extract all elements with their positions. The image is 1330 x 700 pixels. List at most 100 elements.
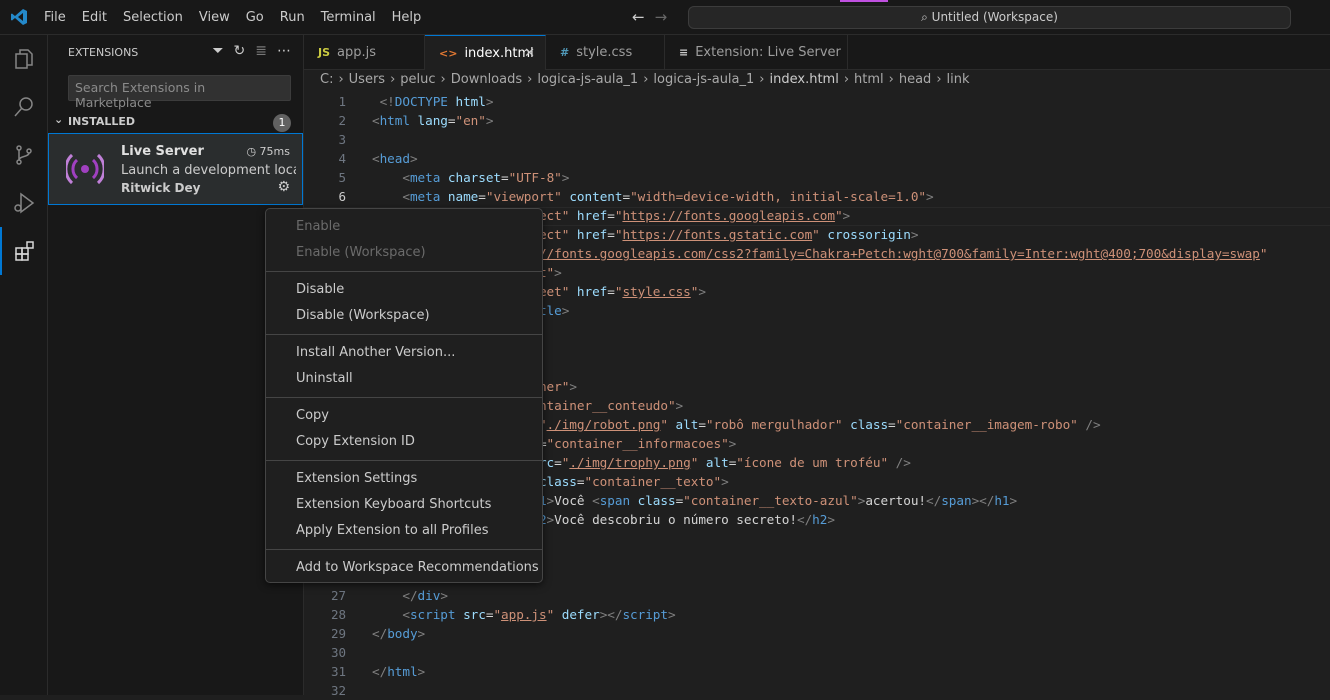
breadcrumb-item[interactable]: peluc <box>400 72 435 87</box>
title-bar: File Edit Selection View Go Run Terminal… <box>0 0 1330 35</box>
breadcrumb-item[interactable]: logica-js-aula_1 <box>537 72 638 87</box>
line-number: 27 <box>330 588 346 603</box>
extensions-search-input[interactable]: Search Extensions in Marketplace <box>68 75 291 110</box>
back-arrow-icon[interactable]: ← <box>632 8 645 26</box>
line-number: 1 <box>338 94 346 109</box>
code-line: </div> <box>402 588 448 603</box>
installed-section-header[interactable]: ⌄ INSTALLED 1 <box>52 113 300 132</box>
gear-icon[interactable]: ⚙ <box>277 179 290 195</box>
line-number: 32 <box>330 683 346 698</box>
menu-separator <box>266 397 542 398</box>
chevron-right-icon: › <box>936 72 942 87</box>
extension-name: Live Server <box>121 144 204 159</box>
menu-separator <box>266 460 542 461</box>
line-number: 3 <box>338 132 346 147</box>
menu-file[interactable]: File <box>36 10 74 25</box>
filter-icon[interactable]: ⏷ <box>212 43 223 59</box>
tab-label: Extension: Live Server <box>695 45 841 60</box>
menu-item-apply-extension-to-all-profiles[interactable]: Apply Extension to all Profiles <box>266 518 542 544</box>
code-line: <!DOCTYPE html> <box>379 94 494 109</box>
line-number: 28 <box>330 607 346 622</box>
tab-label: app.js <box>337 45 377 60</box>
menu-separator <box>266 334 542 335</box>
refresh-icon[interactable]: ↻ <box>234 43 246 59</box>
code-line: <head> <box>372 151 418 166</box>
menu-item-add-to-workspace-recommendations[interactable]: Add to Workspace Recommendations <box>266 555 542 581</box>
close-icon[interactable]: ✕ <box>524 46 535 61</box>
tab-index-html[interactable]: <> index.html ✕ <box>425 35 546 70</box>
line-number: 6 <box>338 189 346 204</box>
menu-item-install-another-version[interactable]: Install Another Version... <box>266 340 542 366</box>
tab-app-js[interactable]: JS app.js <box>304 35 425 70</box>
menu-item-disable[interactable]: Disable <box>266 277 542 303</box>
extension-context-menu: Enable Enable (Workspace) Disable Disable (… <box>265 208 543 583</box>
menu-item-extension-keyboard-shortcuts[interactable]: Extension Keyboard Shortcuts <box>266 492 542 518</box>
extension-description: Launch a development local... <box>121 163 296 178</box>
menu-selection[interactable]: Selection <box>115 10 191 25</box>
source-control-icon[interactable] <box>0 131 48 179</box>
chevron-right-icon: › <box>843 72 850 87</box>
live-server-icon <box>66 153 104 185</box>
command-center[interactable]: ⌕ Untitled (Workspace) <box>688 6 1291 29</box>
chevron-right-icon: › <box>527 72 533 87</box>
line-number: 29 <box>330 626 346 641</box>
breadcrumb-item[interactable]: Downloads <box>451 72 522 87</box>
menu-item-enable: Enable <box>296 219 341 234</box>
explorer-icon[interactable] <box>0 35 48 83</box>
menu-item-disable-workspace[interactable]: Disable (Workspace) <box>266 303 542 329</box>
section-label: INSTALLED <box>68 115 136 128</box>
extensions-icon[interactable] <box>0 227 48 275</box>
chevron-right-icon: › <box>440 72 446 87</box>
workspace-title: Untitled (Workspace) <box>931 10 1058 24</box>
chevron-right-icon: › <box>643 72 649 87</box>
chevron-right-icon: › <box>759 72 765 87</box>
chevron-right-icon: › <box>888 72 894 87</box>
chevron-right-icon: › <box>338 72 344 87</box>
breadcrumb-item[interactable]: Users <box>349 72 385 87</box>
breadcrumb-item[interactable]: head <box>899 72 931 87</box>
clear-icon[interactable]: ≣ <box>255 43 267 59</box>
breadcrumb-item[interactable]: link <box>947 72 970 87</box>
breadcrumb: C: › Users › peluc › Downloads › logica-js-aula_… <box>320 72 970 87</box>
tab-extension-live-server[interactable]: ≡ Extension: Live Server <box>665 35 848 70</box>
menu-run[interactable]: Run <box>272 10 313 25</box>
breadcrumb-item[interactable]: logica-js-aula_1 <box>653 72 754 87</box>
menu-help[interactable]: Help <box>384 10 430 25</box>
menu-edit[interactable]: Edit <box>74 10 115 25</box>
line-number: 30 <box>330 645 346 660</box>
chevron-down-icon: ⌄ <box>54 113 64 126</box>
menu-item-enable-workspace: Enable (Workspace) <box>296 245 426 260</box>
extension-author: Ritwick Dey <box>121 181 201 195</box>
sidebar-title: EXTENSIONS <box>68 46 139 59</box>
more-actions-icon[interactable]: ⋯ <box>277 43 291 59</box>
tab-style-css[interactable]: # style.css <box>546 35 665 70</box>
extension-item-live-server[interactable]: Live Server ◷ 75ms Launch a development … <box>48 133 303 205</box>
line-number: 4 <box>338 151 346 166</box>
activation-time: ◷ 75ms <box>246 145 290 158</box>
menu-terminal[interactable]: Terminal <box>313 10 384 25</box>
menu-item-extension-settings[interactable]: Extension Settings <box>266 466 542 492</box>
menu-item-copy[interactable]: Copy <box>266 403 542 429</box>
code-line: <html lang="en"> <box>372 113 494 128</box>
preview-icon: ≡ <box>679 46 689 59</box>
menu-bar: File Edit Selection View Go Run Terminal… <box>36 0 429 35</box>
menu-item-uninstall[interactable]: Uninstall <box>266 366 542 392</box>
line-number: 31 <box>330 664 346 679</box>
menu-item-copy-extension-id[interactable]: Copy Extension ID <box>266 429 542 455</box>
js-file-icon: JS <box>318 46 331 59</box>
search-icon: ⌕ <box>921 10 932 24</box>
line-number: 2 <box>338 113 346 128</box>
breadcrumb-item[interactable]: html <box>854 72 884 87</box>
html-file-icon: <> <box>439 46 458 60</box>
breadcrumb-item[interactable]: C: <box>320 72 333 87</box>
forward-arrow-icon[interactable]: → <box>655 8 668 26</box>
code-line: </body> <box>372 626 426 641</box>
tab-label: style.css <box>576 45 633 60</box>
search-icon[interactable] <box>0 83 48 131</box>
menu-go[interactable]: Go <box>238 10 272 25</box>
menu-view[interactable]: View <box>191 10 238 25</box>
count-badge: 1 <box>273 114 291 132</box>
breadcrumb-item[interactable]: index.html <box>770 72 839 87</box>
line-number: 5 <box>338 170 346 185</box>
run-debug-icon[interactable] <box>0 179 48 227</box>
